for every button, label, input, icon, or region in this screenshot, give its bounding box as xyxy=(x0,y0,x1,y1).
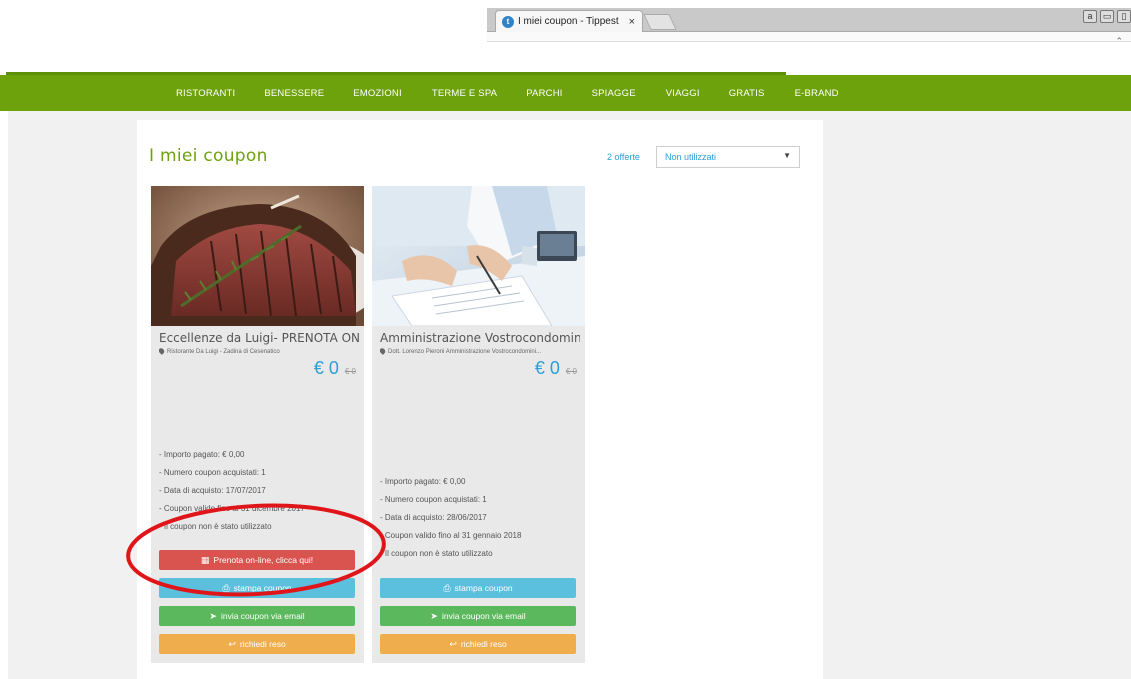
coupon-card: Eccellenze da Luigi- PRENOTA ONLINE! Ris… xyxy=(151,186,364,663)
coupon-location-text: Dott. Lorenzo Pieroni Amministrazione Vo… xyxy=(388,349,542,355)
coupon-details: - Importo pagato: € 0,00 - Numero coupon… xyxy=(159,446,305,536)
calendar-icon: ▦ xyxy=(200,554,210,565)
reply-arrow-icon: ↩ xyxy=(449,638,457,649)
coupon-title[interactable]: Amministrazione Vostrocondominio e ... xyxy=(380,331,580,345)
nav-item-ristoranti[interactable]: RISTORANTI xyxy=(176,88,235,99)
location-pin-icon xyxy=(380,348,387,355)
nav-item-parchi[interactable]: PARCHI xyxy=(526,88,562,99)
detail-quantity: - Numero coupon acquistati: 1 xyxy=(159,468,266,477)
coupon-image-steak[interactable] xyxy=(151,186,364,326)
nav-items: RISTORANTI BENESSERE EMOZIONI TERME E SP… xyxy=(176,75,839,111)
detail-amount-paid: - Importo pagato: € 0,00 xyxy=(159,450,245,459)
paper-plane-icon: ➤ xyxy=(430,610,438,621)
coupon-details: - Importo pagato: € 0,00 - Numero coupon… xyxy=(380,473,521,563)
detail-purchase-date: - Data di acquisto: 28/06/2017 xyxy=(380,513,487,522)
location-pin-icon xyxy=(159,348,166,355)
detail-purchase-date: - Data di acquisto: 17/07/2017 xyxy=(159,486,266,495)
coupon-card: Amministrazione Vostrocondominio e ... D… xyxy=(372,186,585,663)
documents-image xyxy=(372,186,585,326)
page-title: I miei coupon xyxy=(149,146,268,166)
site-favicon-icon: t xyxy=(502,15,514,28)
nav-item-terme-e-spa[interactable]: TERME E SPA xyxy=(432,88,497,99)
chevron-down-icon: ▼ xyxy=(783,151,791,160)
nav-item-emozioni[interactable]: EMOZIONI xyxy=(353,88,402,99)
detail-usage-status: - Il coupon non è stato utilizzato xyxy=(380,549,493,558)
coupon-price: € 0 xyxy=(313,358,339,378)
offers-count: 2 offerte xyxy=(607,152,640,162)
email-coupon-button[interactable]: ➤ invia coupon via email xyxy=(159,606,355,626)
coupon-image-documents[interactable] xyxy=(372,186,585,326)
email-coupon-label: invia coupon via email xyxy=(441,611,526,621)
coupon-title[interactable]: Eccellenze da Luigi- PRENOTA ONLINE! xyxy=(159,331,359,345)
tab-close-icon[interactable]: × xyxy=(629,16,635,28)
reply-arrow-icon: ↩ xyxy=(228,638,236,649)
request-refund-button[interactable]: ↩ richiedi reso xyxy=(380,634,576,654)
printer-icon: ⎙ xyxy=(222,582,230,593)
nav-item-gratis[interactable]: GRATIS xyxy=(729,88,765,99)
main-nav: RISTORANTI BENESSERE EMOZIONI TERME E SP… xyxy=(0,75,1131,111)
request-refund-button[interactable]: ↩ richiedi reso xyxy=(159,634,355,654)
coupon-old-price: € 0 xyxy=(344,367,356,376)
coupon-old-price: € 0 xyxy=(565,367,577,376)
detail-amount-paid: - Importo pagato: € 0,00 xyxy=(380,477,466,486)
detail-valid-until: - Coupon valido fino al 31 dicembre 2017 xyxy=(159,504,305,513)
coupon-price: € 0 xyxy=(534,358,560,378)
browser-tab-bar: t I miei coupon - Tippest × a ▭ ▯ xyxy=(487,8,1131,32)
coupon-filter-select[interactable]: Non utilizzati ▼ xyxy=(656,146,800,168)
nav-item-e-brand[interactable]: E-BRAND xyxy=(795,88,839,99)
book-online-label: Prenota on-line, clicca qui! xyxy=(213,555,314,565)
paper-plane-icon: ➤ xyxy=(209,610,217,621)
price-row: € 0 € 0 xyxy=(535,358,577,379)
request-refund-label: richiedi reso xyxy=(460,639,507,649)
tab-title: I miei coupon - Tippest xyxy=(518,16,619,27)
nav-item-benessere[interactable]: BENESSERE xyxy=(264,88,324,99)
request-refund-label: richiedi reso xyxy=(239,639,286,649)
window-maximize-icon[interactable]: ▯ xyxy=(1117,10,1131,23)
browser-tab[interactable]: t I miei coupon - Tippest × xyxy=(495,10,643,32)
print-coupon-label: stampa coupon xyxy=(454,583,513,593)
print-coupon-button[interactable]: ⎙ stampa coupon xyxy=(159,578,355,598)
detail-valid-until: - Coupon valido fino al 31 gennaio 2018 xyxy=(380,531,522,540)
print-coupon-label: stampa coupon xyxy=(233,583,292,593)
nav-item-spiagge[interactable]: SPIAGGE xyxy=(592,88,636,99)
coupon-location: Ristorante Da Luigi - Zadina di Cesenati… xyxy=(159,348,359,355)
book-online-button[interactable]: ▦ Prenota on-line, clicca qui! xyxy=(159,550,355,570)
printer-icon: ⎙ xyxy=(443,582,451,593)
new-tab-button[interactable] xyxy=(643,14,677,30)
window-controls: a ▭ ▯ xyxy=(1083,10,1131,23)
detail-quantity: - Numero coupon acquistati: 1 xyxy=(380,495,487,504)
window-minimize-icon[interactable]: ▭ xyxy=(1100,10,1114,23)
price-row: € 0 € 0 xyxy=(314,358,356,379)
coupon-location: Dott. Lorenzo Pieroni Amministrazione Vo… xyxy=(380,348,580,355)
detail-usage-status: - Il coupon non è stato utilizzato xyxy=(159,522,272,531)
filter-selected-value: Non utilizzati xyxy=(665,152,717,162)
coupon-location-text: Ristorante Da Luigi - Zadina di Cesenati… xyxy=(167,349,280,355)
email-coupon-label: invia coupon via email xyxy=(220,611,305,621)
email-coupon-button[interactable]: ➤ invia coupon via email xyxy=(380,606,576,626)
browser-toolbar xyxy=(487,32,1131,42)
steak-image xyxy=(151,186,364,326)
scroll-up-icon[interactable]: ⌃ xyxy=(1115,36,1123,47)
window-user-icon[interactable]: a xyxy=(1083,10,1097,23)
nav-item-viaggi[interactable]: VIAGGI xyxy=(666,88,700,99)
print-coupon-button[interactable]: ⎙ stampa coupon xyxy=(380,578,576,598)
